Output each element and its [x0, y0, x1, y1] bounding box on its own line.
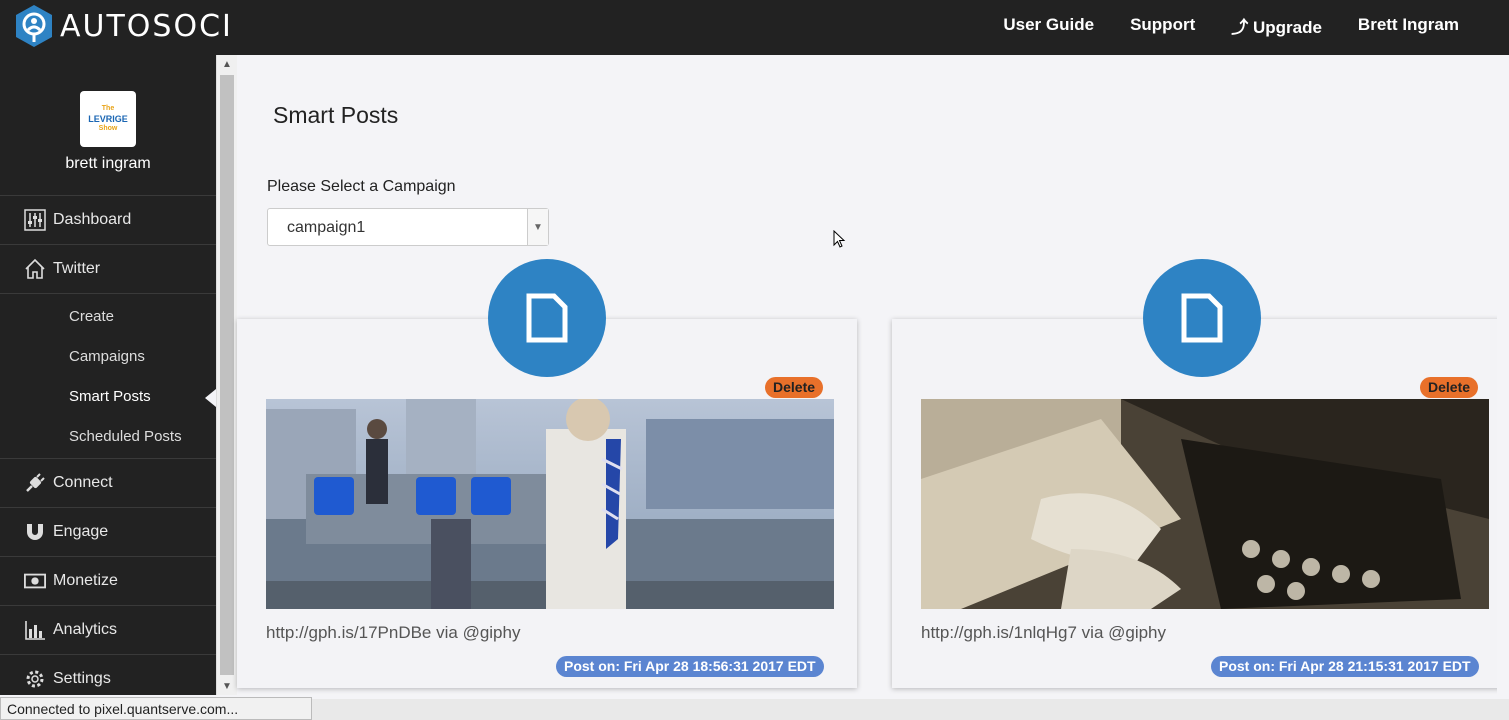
- sidebar-subitem-create[interactable]: Create: [0, 296, 216, 336]
- sidebar-item-label: Settings: [53, 670, 111, 687]
- autosoci-logo-icon: [16, 5, 52, 47]
- sidebar-item-settings[interactable]: Settings: [0, 654, 216, 695]
- twitter-submenu: Create Campaigns Smart Posts Scheduled P…: [0, 293, 216, 458]
- campaign-select-value: campaign1: [287, 219, 366, 236]
- sidebar-subitem-campaigns[interactable]: Campaigns: [0, 336, 216, 376]
- post-image: [266, 399, 834, 609]
- top-navbar: AUTOSOCI User Guide Support ⤴ Upgrade Br…: [0, 0, 1509, 55]
- upgrade-link[interactable]: ⤴ Upgrade: [1231, 13, 1322, 38]
- sidebar-item-label: Monetize: [53, 572, 118, 589]
- post-type-badge: [1143, 259, 1261, 377]
- page-scrollbar[interactable]: [1497, 55, 1509, 699]
- sidebar-item-label: Connect: [53, 474, 113, 491]
- brand[interactable]: AUTOSOCI: [14, 3, 233, 49]
- browser-status-bar: Connected to pixel.quantserve.com...: [0, 697, 312, 720]
- sidebar-item-analytics[interactable]: Analytics: [0, 605, 216, 654]
- top-nav-links: User Guide Support ⤴ Upgrade Brett Ingra…: [967, 0, 1459, 50]
- bar-chart-icon: [24, 619, 46, 641]
- support-link[interactable]: Support: [1130, 15, 1195, 35]
- sidebar-subitem-smart-posts[interactable]: Smart Posts: [0, 376, 216, 416]
- avatar-logo: The LEVRIGE Show: [88, 104, 128, 134]
- avatar-logo-bottom: Show: [98, 125, 118, 132]
- sidebar-item-connect[interactable]: Connect: [0, 458, 216, 507]
- post-date-badge: Post on: Fri Apr 28 18:56:31 2017 EDT: [556, 656, 824, 677]
- gear-icon: [24, 668, 46, 690]
- delete-button[interactable]: Delete: [765, 377, 824, 398]
- sidebar-item-label: Dashboard: [53, 211, 132, 228]
- sidebar-scrollbar[interactable]: ▲ ▼: [216, 55, 237, 695]
- sidebar: The LEVRIGE Show brett ingram Dashboard …: [0, 55, 216, 695]
- money-icon: [24, 570, 46, 592]
- horizontal-scrollbar[interactable]: [312, 699, 1509, 720]
- sidebar-item-label: Engage: [53, 523, 109, 540]
- sidebar-item-label: Twitter: [53, 260, 101, 277]
- user-menu-link[interactable]: Brett Ingram: [1358, 15, 1459, 35]
- profile-name: brett ingram: [65, 155, 151, 172]
- sidebar-item-label: Analytics: [53, 621, 118, 638]
- avatar[interactable]: The LEVRIGE Show: [80, 91, 136, 147]
- magnet-icon: [24, 521, 46, 543]
- avatar-logo-main: LEVRIGE: [88, 114, 128, 124]
- post-text: http://gph.is/1nlqHg7 via @giphy: [921, 623, 1167, 642]
- brand-name: AUTOSOCI: [60, 8, 233, 44]
- sidebar-subitem-scheduled-posts[interactable]: Scheduled Posts: [0, 416, 216, 456]
- mouse-cursor-icon: [833, 230, 846, 248]
- page-title: Smart Posts: [273, 102, 399, 128]
- user-guide-link[interactable]: User Guide: [1003, 15, 1094, 35]
- post-date-badge: Post on: Fri Apr 28 21:15:31 2017 EDT: [1211, 656, 1479, 677]
- scroll-down-icon[interactable]: ▼: [222, 681, 232, 692]
- document-icon: [526, 293, 568, 343]
- scroll-up-icon[interactable]: ▲: [222, 59, 232, 70]
- sidebar-item-twitter[interactable]: Twitter: [0, 244, 216, 293]
- campaign-select-label: Please Select a Campaign: [267, 178, 456, 195]
- sidebar-item-monetize[interactable]: Monetize: [0, 556, 216, 605]
- sidebar-item-engage[interactable]: Engage: [0, 507, 216, 556]
- document-icon: [1181, 293, 1223, 343]
- sliders-icon: [24, 209, 46, 231]
- post-type-badge: [488, 259, 606, 377]
- plug-icon: [24, 472, 46, 494]
- home-icon: [24, 258, 46, 280]
- post-image: [921, 399, 1489, 609]
- profile-block: The LEVRIGE Show brett ingram: [0, 55, 216, 195]
- sidebar-scroll-thumb[interactable]: [220, 75, 234, 675]
- sidebar-item-dashboard[interactable]: Dashboard: [0, 195, 216, 244]
- delete-button[interactable]: Delete: [1420, 377, 1479, 398]
- post-text: http://gph.is/17PnDBe via @giphy: [266, 623, 521, 642]
- avatar-logo-top: The: [101, 105, 115, 112]
- chevron-down-icon: ▼: [527, 209, 548, 245]
- campaign-select[interactable]: campaign1 ▼: [267, 208, 549, 246]
